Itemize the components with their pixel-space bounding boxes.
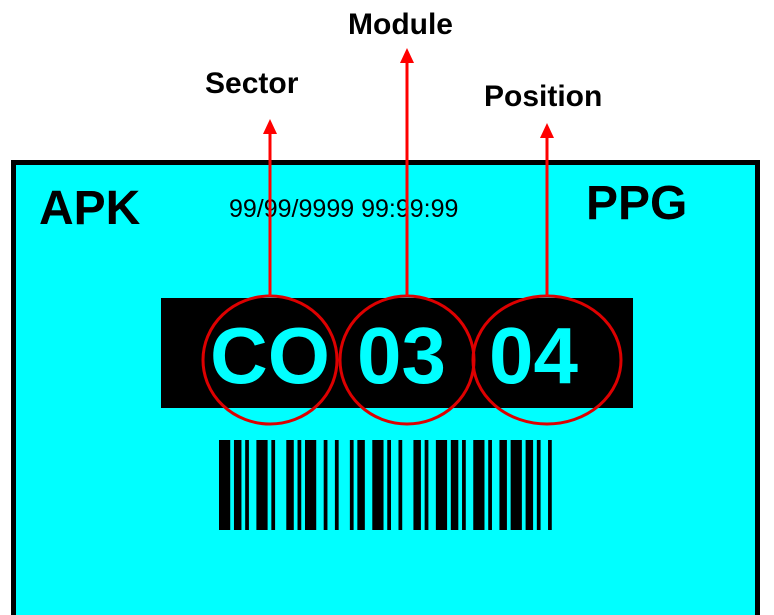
barcode-bar (286, 440, 294, 530)
barcode-bar (536, 440, 541, 530)
barcode-bar (398, 440, 403, 530)
barcode-bar (387, 440, 391, 530)
barcode-icon (219, 440, 552, 530)
barcode-bar (297, 440, 302, 530)
module-arrow (400, 48, 414, 296)
barcode-bar (357, 440, 365, 530)
barcode-bar (488, 440, 492, 530)
module-circle (338, 294, 476, 426)
barcode-bar (219, 440, 231, 530)
barcode-bar (510, 440, 522, 530)
barcode-bar (413, 440, 421, 530)
barcode-bar (256, 440, 268, 530)
position-circle (471, 294, 623, 426)
sector-arrow (263, 119, 277, 296)
barcode-bar (462, 440, 466, 530)
barcode-bar (233, 440, 242, 530)
position-arrow (540, 123, 554, 296)
barcode-bar (424, 440, 429, 530)
sector-circle (201, 294, 339, 426)
barcode-bar (548, 440, 552, 530)
callout-circles (201, 294, 623, 426)
barcode-bar (305, 440, 317, 530)
barcode-bar (349, 440, 354, 530)
callout-arrows (263, 48, 554, 296)
barcode-bar (450, 440, 459, 530)
barcode-bar (245, 440, 249, 530)
barcode-bar (499, 440, 507, 530)
barcode-bar (372, 440, 384, 530)
barcode-bar (323, 440, 328, 530)
barcode-bar (473, 440, 485, 530)
barcode-bar (334, 440, 339, 530)
barcode-bar (435, 440, 448, 530)
barcode-bar (525, 440, 534, 530)
barcode-bar (271, 440, 276, 530)
diagram-overlay (201, 48, 623, 530)
